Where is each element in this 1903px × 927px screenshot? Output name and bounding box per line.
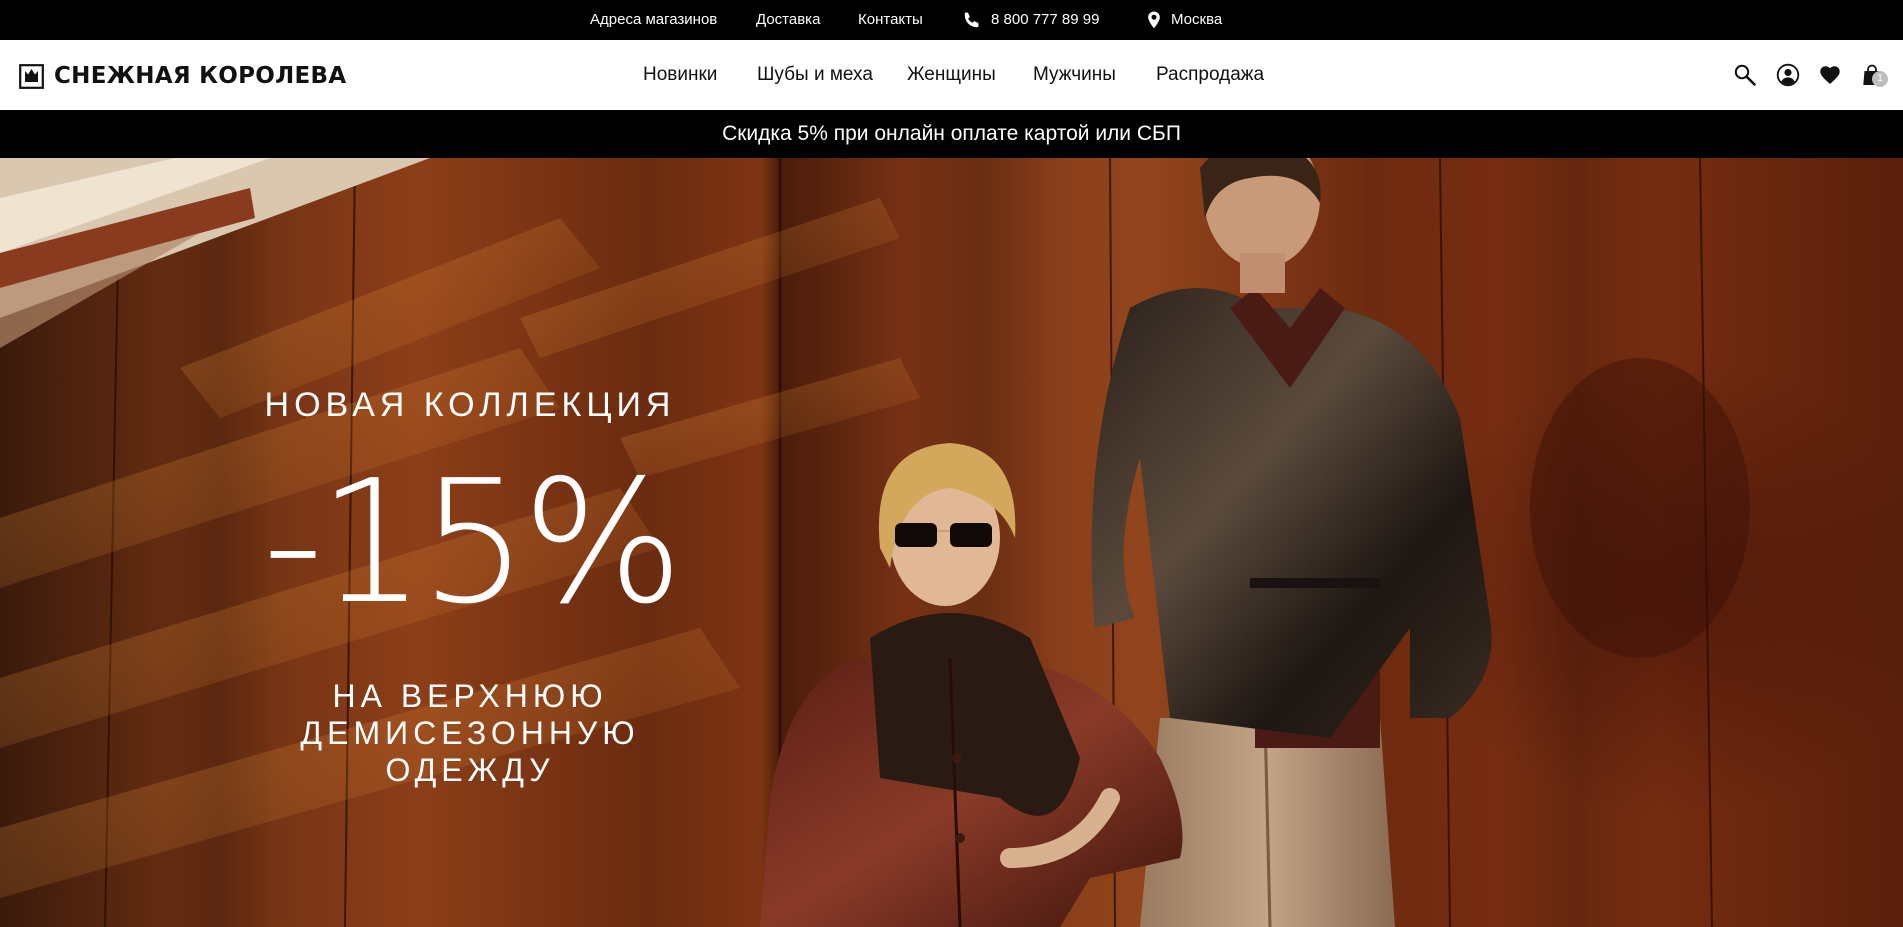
- hero-subtitle-line: ОДЕЖДУ: [385, 752, 555, 788]
- site-header: СНЕЖНАЯ КОРОЛЕВА Новинки Шубы и меха Жен…: [0, 40, 1903, 110]
- city-selector[interactable]: Москва: [1171, 0, 1222, 40]
- logo-text: СНЕЖНАЯ КОРОЛЕВА: [54, 63, 347, 89]
- top-utility-bar: Адреса магазинов Доставка Контакты 8 800…: [0, 0, 1903, 40]
- search-icon[interactable]: [1733, 63, 1757, 87]
- nav-item-women[interactable]: Женщины: [907, 40, 996, 110]
- phone-icon: [964, 12, 979, 28]
- shadow-silhouette: [1530, 358, 1750, 658]
- hero-subtitle-line: ДЕМИСЕЗОННУЮ: [300, 715, 640, 751]
- store-addresses-link[interactable]: Адреса магазинов: [590, 0, 717, 40]
- hero-subtitle-line: НА ВЕРХНЮЮ: [332, 678, 608, 714]
- contacts-link[interactable]: Контакты: [858, 0, 923, 40]
- user-icon[interactable]: [1776, 63, 1800, 87]
- hero-discount: -15%: [262, 444, 683, 642]
- nav-item-furs[interactable]: Шубы и меха: [757, 40, 873, 110]
- nav-item-men[interactable]: Мужчины: [1033, 40, 1116, 110]
- hero-subtitle: НА ВЕРХНЮЮ ДЕМИСЕЗОННУЮ ОДЕЖДУ: [220, 678, 720, 789]
- heart-icon[interactable]: [1818, 63, 1842, 87]
- hero-banner[interactable]: НОВАЯ КОЛЛЕКЦИЯ -15% НА ВЕРХНЮЮ ДЕМИСЕЗО…: [0, 158, 1903, 927]
- promo-banner[interactable]: Скидка 5% при онлайн оплате картой или С…: [0, 110, 1903, 158]
- phone-number-link[interactable]: 8 800 777 89 99: [991, 0, 1099, 40]
- map-pin-icon: [1148, 11, 1160, 29]
- delivery-link[interactable]: Доставка: [756, 0, 820, 40]
- cart-count-badge: 1: [1872, 71, 1888, 87]
- crown-logo-icon: [19, 63, 44, 89]
- hero-eyebrow: НОВАЯ КОЛЛЕКЦИЯ: [264, 386, 676, 424]
- nav-item-sale[interactable]: Распродажа: [1156, 40, 1264, 110]
- nav-item-new[interactable]: Новинки: [643, 40, 717, 110]
- brand-logo[interactable]: СНЕЖНАЯ КОРОЛЕВА: [19, 62, 346, 90]
